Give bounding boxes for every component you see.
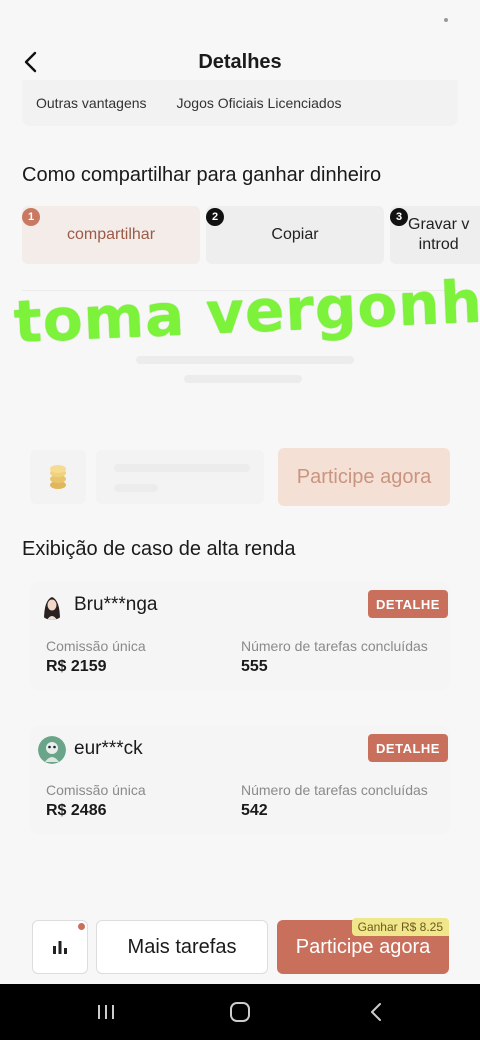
chevron-left-icon — [24, 51, 37, 73]
loading-placeholder — [136, 356, 354, 364]
commission-value: R$ 2159 — [46, 658, 107, 675]
status-indicator — [444, 18, 448, 22]
system-back-button[interactable] — [356, 998, 396, 1026]
join-now-label: Participe agora — [295, 935, 431, 958]
coin-stack-icon — [50, 465, 66, 489]
loading-placeholder — [184, 375, 302, 383]
share-section-title: Como compartilhar para ganhar dinheiro — [22, 164, 382, 186]
promo-row: Participe agora — [30, 448, 450, 506]
home-button[interactable] — [220, 998, 260, 1026]
recent-apps-button[interactable] — [86, 998, 126, 1026]
bottom-action-bar: Mais tarefas Participe agora Ganhar R$ 8… — [0, 908, 480, 984]
benefit-item: Jogos Oficiais Licenciados — [176, 95, 342, 111]
promo-placeholder — [96, 450, 264, 504]
avatar — [38, 736, 66, 764]
benefits-strip: Outras vantagens Jogos Oficiais Licencia… — [22, 80, 458, 126]
loading-placeholder — [114, 484, 158, 492]
step-record[interactable]: 3 Gravar v introd — [390, 206, 480, 264]
home-icon — [230, 1002, 250, 1022]
step-label: Gravar v — [408, 216, 470, 233]
coin-box — [30, 450, 86, 504]
step-number: 1 — [22, 208, 40, 226]
commission-label: Comissão única — [46, 782, 146, 798]
more-tasks-button[interactable]: Mais tarefas — [96, 920, 268, 974]
step-number: 2 — [206, 208, 224, 226]
back-button[interactable] — [18, 48, 46, 76]
user-avatar-icon — [38, 736, 66, 764]
detail-button[interactable]: DETALHE — [368, 734, 448, 762]
step-label: Copiar — [271, 226, 319, 243]
step-label: compartilhar — [66, 226, 156, 243]
join-now-button[interactable]: Participe agora Ganhar R$ 8.25 — [277, 918, 449, 974]
back-arrow-icon — [371, 1003, 381, 1021]
page-title: Detalhes — [198, 50, 282, 73]
case-card: Bru***nga DETALHE Comissão única R$ 2159… — [30, 582, 450, 690]
step-share[interactable]: 1 compartilhar — [22, 206, 200, 264]
avatar — [38, 592, 66, 620]
benefit-item: Outras vantagens — [36, 95, 147, 111]
commission-label: Comissão única — [46, 638, 146, 654]
commission-value: R$ 2486 — [46, 802, 107, 819]
recent-apps-icon — [98, 1005, 114, 1019]
status-bar — [0, 0, 480, 36]
join-now-button-faded[interactable]: Participe agora — [278, 448, 450, 506]
case-card: eur***ck DETALHE Comissão única R$ 2486 … — [30, 726, 450, 834]
notification-dot — [78, 923, 85, 930]
share-steps: 1 compartilhar 2 Copiar 3 Gravar v intro… — [22, 206, 480, 264]
tasks-value: 555 — [241, 658, 268, 675]
bar-chart-icon — [53, 941, 67, 954]
tasks-label: Número de tarefas concluídas — [241, 638, 428, 654]
stats-button[interactable] — [32, 920, 88, 974]
cases-section-title: Exibição de caso de alta renda — [22, 538, 296, 560]
step-number: 3 — [390, 208, 408, 226]
step-label-line2: introd — [418, 236, 459, 253]
tasks-label: Número de tarefas concluídas — [241, 782, 428, 798]
tasks-value: 542 — [241, 802, 268, 819]
user-name: Bru***nga — [74, 594, 158, 615]
detail-button[interactable]: DETALHE — [368, 590, 448, 618]
loading-placeholder — [114, 464, 250, 472]
earn-badge: Ganhar R$ 8.25 — [351, 918, 449, 936]
system-nav-bar — [0, 984, 480, 1040]
step-copy[interactable]: 2 Copiar — [206, 206, 384, 264]
overlay-caption: toma vergonha — [12, 265, 480, 356]
user-name: eur***ck — [74, 738, 143, 759]
user-avatar-icon — [38, 592, 66, 620]
